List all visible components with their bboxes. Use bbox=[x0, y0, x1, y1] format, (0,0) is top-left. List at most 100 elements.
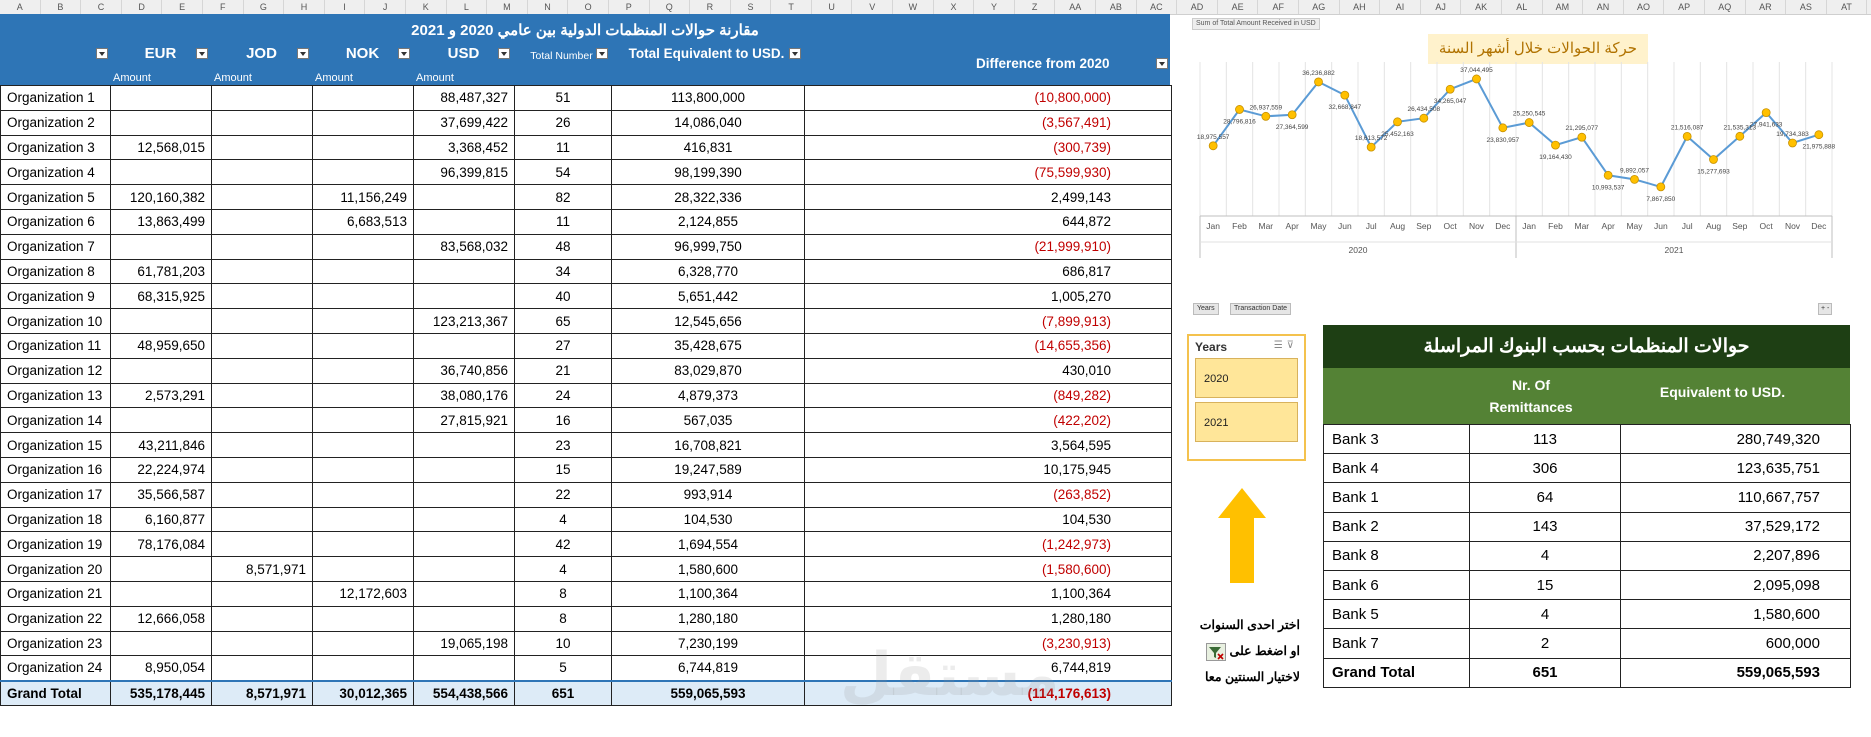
cell-diff[interactable]: (422,202) bbox=[804, 407, 1172, 434]
cell-nok[interactable] bbox=[312, 283, 414, 310]
cell-nok[interactable] bbox=[312, 308, 414, 334]
cell-usd[interactable]: 3,368,452 bbox=[413, 134, 515, 161]
column-header[interactable]: AC bbox=[1137, 0, 1178, 14]
cell-count[interactable]: 8 bbox=[514, 580, 612, 607]
cell-org[interactable]: Organization 16 bbox=[0, 456, 111, 483]
cell-equiv[interactable]: 28,322,336 bbox=[611, 184, 805, 210]
cell-count[interactable]: 11 bbox=[514, 134, 612, 161]
cell-eur[interactable] bbox=[110, 556, 212, 582]
cell-nok[interactable] bbox=[312, 630, 414, 657]
cell-org[interactable]: Organization 15 bbox=[0, 432, 111, 458]
cell-usd[interactable] bbox=[413, 481, 515, 508]
cell-org[interactable]: Organization 5 bbox=[0, 184, 111, 210]
filter-dropdown-icon[interactable] bbox=[96, 48, 108, 59]
cell-diff[interactable]: (300,739) bbox=[804, 134, 1172, 161]
cell-equiv[interactable]: 1,280,180 bbox=[611, 605, 805, 632]
cell-equiv[interactable]: 1,580,600 bbox=[1620, 599, 1851, 630]
cell-nok[interactable] bbox=[312, 357, 414, 384]
cell-org[interactable]: Organization 20 bbox=[0, 556, 111, 582]
cell-count[interactable]: 2 bbox=[1469, 628, 1621, 659]
cell-count[interactable]: 16 bbox=[514, 407, 612, 434]
cell-diff[interactable]: (263,852) bbox=[804, 481, 1172, 508]
cell-nok[interactable] bbox=[312, 382, 414, 409]
column-header[interactable]: AH bbox=[1340, 0, 1381, 14]
cell-diff[interactable]: 686,817 bbox=[804, 258, 1172, 285]
cell-usd[interactable]: 123,213,367 bbox=[413, 308, 515, 334]
chart-expand-icon[interactable]: + - bbox=[1818, 303, 1833, 315]
cell-jod[interactable] bbox=[211, 357, 313, 384]
cell-nok[interactable]: 30,012,365 bbox=[312, 679, 414, 706]
column-header[interactable]: H bbox=[284, 0, 325, 14]
column-header[interactable]: A bbox=[0, 0, 41, 14]
cell-org[interactable]: Organization 2 bbox=[0, 109, 111, 136]
filter-dropdown-icon[interactable] bbox=[1156, 58, 1168, 69]
cell-jod[interactable] bbox=[211, 481, 313, 508]
column-header[interactable]: AG bbox=[1299, 0, 1340, 14]
cell-eur[interactable] bbox=[110, 109, 212, 136]
column-header[interactable]: X bbox=[934, 0, 975, 14]
cell-jod[interactable] bbox=[211, 605, 313, 632]
cell-count[interactable]: 65 bbox=[514, 308, 612, 334]
cell-count[interactable]: 34 bbox=[514, 258, 612, 285]
cell-equiv[interactable]: 83,029,870 bbox=[611, 357, 805, 384]
cell-usd[interactable]: 38,080,176 bbox=[413, 382, 515, 409]
cell-name[interactable]: Grand Total bbox=[1323, 657, 1470, 688]
cell-org[interactable]: Organization 23 bbox=[0, 630, 111, 657]
column-header[interactable]: AF bbox=[1258, 0, 1299, 14]
cell-jod[interactable] bbox=[211, 134, 313, 161]
column-header[interactable]: P bbox=[609, 0, 650, 14]
cell-count[interactable]: 21 bbox=[514, 357, 612, 384]
cell-usd[interactable]: 36,740,856 bbox=[413, 357, 515, 384]
column-header[interactable]: AS bbox=[1786, 0, 1827, 14]
cell-usd[interactable]: 96,399,815 bbox=[413, 159, 515, 186]
cell-nok[interactable] bbox=[312, 605, 414, 632]
cell-count[interactable]: 306 bbox=[1469, 453, 1621, 484]
clear-filter-icon[interactable]: ⊽ bbox=[1287, 340, 1298, 351]
cell-diff[interactable]: 104,530 bbox=[804, 506, 1172, 533]
cell-equiv[interactable]: 416,831 bbox=[611, 134, 805, 161]
cell-eur[interactable]: 48,959,650 bbox=[110, 332, 212, 359]
column-header[interactable]: N bbox=[528, 0, 569, 14]
cell-name[interactable]: Bank 2 bbox=[1323, 511, 1470, 542]
cell-nok[interactable]: 12,172,603 bbox=[312, 580, 414, 607]
cell-usd[interactable] bbox=[413, 432, 515, 458]
cell-equiv[interactable]: 7,230,199 bbox=[611, 630, 805, 657]
cell-eur[interactable] bbox=[110, 357, 212, 384]
cell-jod[interactable] bbox=[211, 184, 313, 210]
cell-nok[interactable] bbox=[312, 233, 414, 260]
cell-nok[interactable] bbox=[312, 258, 414, 285]
cell-org[interactable]: Organization 10 bbox=[0, 308, 111, 334]
cell-count[interactable]: 22 bbox=[514, 481, 612, 508]
column-header[interactable]: I bbox=[325, 0, 366, 14]
cell-equiv[interactable]: 1,580,600 bbox=[611, 556, 805, 582]
column-header[interactable]: J bbox=[365, 0, 406, 14]
cell-jod[interactable] bbox=[211, 580, 313, 607]
cell-usd[interactable] bbox=[413, 258, 515, 285]
cell-diff[interactable]: (75,599,930) bbox=[804, 159, 1172, 186]
cell-usd[interactable] bbox=[413, 655, 515, 682]
cell-count[interactable]: 54 bbox=[514, 159, 612, 186]
cell-eur[interactable]: 535,178,445 bbox=[110, 679, 212, 706]
cell-eur[interactable]: 2,573,291 bbox=[110, 382, 212, 409]
cell-diff[interactable]: (1,580,600) bbox=[804, 556, 1172, 582]
cell-eur[interactable] bbox=[110, 580, 212, 607]
cell-org[interactable]: Organization 4 bbox=[0, 159, 111, 186]
cell-eur[interactable]: 8,950,054 bbox=[110, 655, 212, 682]
filter-dropdown-icon[interactable] bbox=[398, 48, 410, 59]
cell-diff[interactable]: (3,567,491) bbox=[804, 109, 1172, 136]
cell-eur[interactable] bbox=[110, 630, 212, 657]
cell-usd[interactable] bbox=[413, 506, 515, 533]
cell-diff[interactable]: (10,800,000) bbox=[804, 85, 1172, 111]
cell-usd[interactable] bbox=[413, 208, 515, 235]
cell-org[interactable]: Organization 19 bbox=[0, 531, 111, 558]
cell-usd[interactable] bbox=[413, 531, 515, 558]
cell-jod[interactable]: 8,571,971 bbox=[211, 556, 313, 582]
column-header[interactable]: S bbox=[731, 0, 772, 14]
cell-name[interactable]: Bank 8 bbox=[1323, 540, 1470, 571]
column-header[interactable]: AM bbox=[1543, 0, 1584, 14]
cell-count[interactable]: 27 bbox=[514, 332, 612, 359]
column-header[interactable]: AJ bbox=[1421, 0, 1462, 14]
cell-eur[interactable] bbox=[110, 85, 212, 111]
cell-eur[interactable] bbox=[110, 308, 212, 334]
cell-eur[interactable]: 61,781,203 bbox=[110, 258, 212, 285]
